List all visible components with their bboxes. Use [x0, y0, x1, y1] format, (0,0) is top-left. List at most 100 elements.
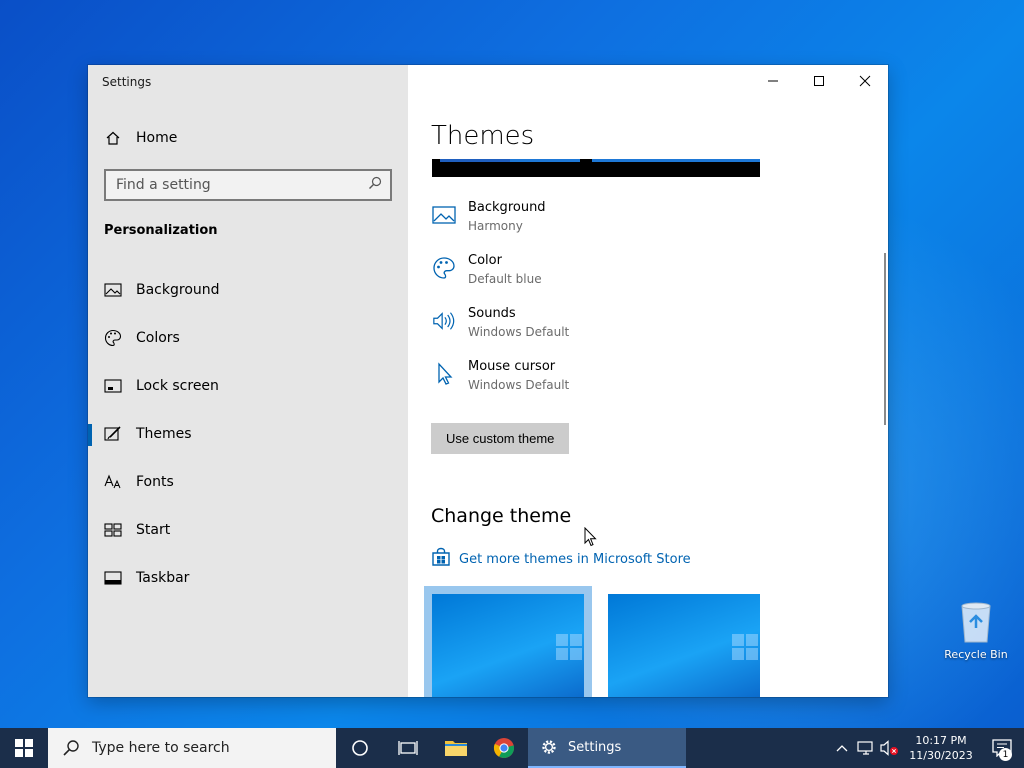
minimize-button[interactable]	[750, 65, 796, 97]
recycle-bin-icon	[956, 598, 996, 644]
cortana-button[interactable]	[336, 728, 384, 768]
close-icon	[859, 75, 871, 87]
themes-icon	[104, 425, 122, 443]
setting-name: Mouse cursor	[468, 359, 556, 374]
sidebar-item-label: Start	[136, 522, 171, 538]
volume-button[interactable]	[878, 728, 902, 768]
sidebar-nav: Background Colors Lock screen Themes Fon…	[88, 266, 408, 602]
sidebar-item-background[interactable]: Background	[88, 266, 408, 314]
sidebar-item-label: Themes	[136, 426, 192, 442]
system-tray: 10:17 PM 11/30/2023 1	[830, 728, 1024, 768]
theme-setting-background[interactable]: Background Harmony	[432, 199, 569, 252]
minimize-icon	[768, 80, 778, 82]
palette-icon	[432, 256, 456, 280]
speaker-icon	[432, 309, 456, 333]
clock-time: 10:17 PM	[915, 734, 967, 747]
action-center-button[interactable]: 1	[980, 728, 1024, 768]
setting-value: Windows Default	[468, 325, 570, 339]
settings-window: Settings Home Find a setting Personaliza…	[88, 65, 888, 697]
setting-value: Default blue	[468, 272, 542, 286]
close-button[interactable]	[842, 65, 888, 97]
home-nav-item[interactable]: Home	[104, 129, 177, 147]
start-button[interactable]	[0, 728, 48, 768]
sidebar-item-taskbar[interactable]: Taskbar	[88, 554, 408, 602]
recycle-bin-label: Recycle Bin	[944, 648, 1008, 661]
volume-muted-icon	[880, 740, 898, 756]
theme-settings-list: Background Harmony Color Default blue So…	[432, 199, 569, 411]
home-icon	[104, 129, 122, 147]
sidebar-item-start[interactable]: Start	[88, 506, 408, 554]
search-icon	[368, 176, 382, 194]
palette-icon	[104, 329, 122, 347]
theme-thumbnail-image	[432, 594, 584, 697]
chevron-up-icon	[836, 745, 848, 752]
taskbar: Type here to search Settings 10:17 PM 11…	[0, 728, 1024, 768]
sidebar-item-fonts[interactable]: Fonts	[88, 458, 408, 506]
taskbar-settings-app[interactable]: Settings	[528, 728, 686, 768]
taskbar-clock[interactable]: 10:17 PM 11/30/2023	[902, 733, 980, 763]
pointer-icon	[432, 362, 456, 386]
sidebar-item-label: Taskbar	[136, 570, 190, 586]
task-view-button[interactable]	[384, 728, 432, 768]
network-icon	[857, 741, 873, 755]
theme-setting-sounds[interactable]: Sounds Windows Default	[432, 305, 569, 358]
window-title: Settings	[102, 75, 152, 89]
windows-logo-icon	[15, 739, 33, 757]
show-hidden-icons-button[interactable]	[830, 728, 854, 768]
notification-count-badge: 1	[999, 748, 1012, 761]
taskbar-search-box[interactable]: Type here to search	[48, 728, 336, 768]
theme-preview	[432, 159, 760, 177]
maximize-button[interactable]	[796, 65, 842, 97]
cortana-icon	[352, 740, 368, 756]
find-setting-input[interactable]: Find a setting	[104, 169, 392, 201]
chrome-icon	[493, 738, 515, 759]
gear-icon	[542, 740, 556, 754]
sidebar-item-lock-screen[interactable]: Lock screen	[88, 362, 408, 410]
sidebar-item-themes[interactable]: Themes	[88, 410, 408, 458]
setting-name: Sounds	[468, 306, 516, 321]
themes-content: Themes Background Harmony Color Default …	[408, 65, 888, 697]
sidebar-item-label: Background	[136, 282, 220, 298]
clock-date: 11/30/2023	[909, 749, 973, 762]
home-label: Home	[136, 130, 178, 146]
section-title: Personalization	[104, 223, 218, 238]
theme-thumbnail[interactable]	[608, 594, 760, 697]
recycle-bin-shortcut[interactable]: Recycle Bin	[940, 598, 1012, 661]
sidebar-item-label: Colors	[136, 330, 180, 346]
picture-icon	[104, 281, 122, 299]
lock-screen-icon	[104, 377, 122, 395]
use-custom-theme-button[interactable]: Use custom theme	[431, 423, 570, 454]
window-caption-buttons	[750, 65, 888, 97]
theme-thumbnail-selected[interactable]	[424, 586, 592, 697]
sidebar-item-label: Lock screen	[136, 378, 219, 394]
picture-icon	[432, 203, 456, 227]
microsoft-store-link[interactable]: Get more themes in Microsoft Store	[431, 547, 691, 571]
mouse-pointer-icon	[584, 526, 598, 551]
sidebar-item-colors[interactable]: Colors	[88, 314, 408, 362]
network-button[interactable]	[854, 728, 878, 768]
change-theme-heading: Change theme	[431, 505, 572, 527]
theme-setting-mouse-cursor[interactable]: Mouse cursor Windows Default	[432, 358, 569, 411]
taskbar-settings-label: Settings	[568, 739, 622, 755]
setting-value: Windows Default	[468, 378, 570, 392]
maximize-icon	[814, 76, 824, 86]
setting-name: Background	[468, 200, 546, 215]
setting-value: Harmony	[468, 219, 523, 233]
file-explorer-button[interactable]	[432, 728, 480, 768]
scrollbar[interactable]	[884, 253, 886, 425]
setting-name: Color	[468, 253, 502, 268]
chrome-button[interactable]	[480, 728, 528, 768]
fonts-icon	[104, 473, 122, 491]
theme-setting-color[interactable]: Color Default blue	[432, 252, 569, 305]
folder-icon	[445, 741, 467, 756]
sidebar-item-label: Fonts	[136, 474, 174, 490]
start-icon	[104, 521, 122, 539]
find-setting-placeholder: Find a setting	[116, 177, 211, 193]
taskbar-icon	[104, 569, 122, 587]
search-icon	[63, 740, 79, 756]
theme-thumbnail-image	[608, 594, 760, 697]
store-icon	[431, 547, 451, 571]
page-title: Themes	[431, 121, 535, 151]
task-view-icon	[398, 741, 418, 755]
taskbar-search-placeholder: Type here to search	[92, 740, 230, 756]
